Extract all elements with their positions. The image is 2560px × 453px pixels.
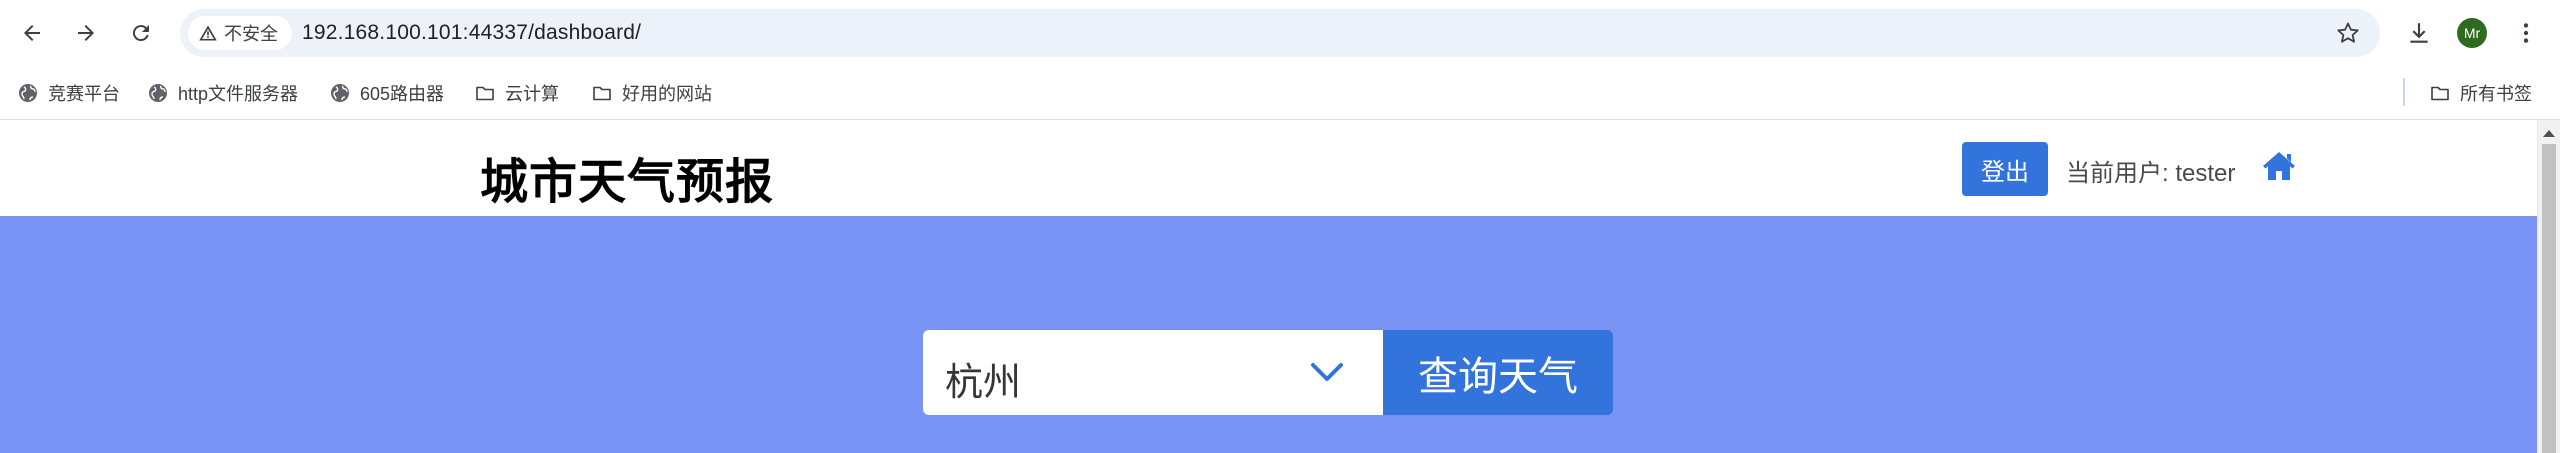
bookmark-label: http文件服务器 [178,84,299,104]
globe-icon [149,84,167,102]
page-viewport: 城市天气预报 登出 当前用户: tester 杭州 查询天气 [0,120,2537,453]
profile-avatar[interactable]: Mr [2457,18,2487,48]
globe-icon [331,84,349,102]
bookmark-item[interactable]: 605路由器 [330,76,444,110]
scroll-up-arrow[interactable] [2543,130,2555,137]
back-button[interactable] [12,13,52,53]
hero-section: 杭州 查询天气 [0,216,2537,453]
more-vertical-icon [2523,23,2529,43]
scrollbar-thumb[interactable] [2542,144,2556,453]
browser-toolbar: 不安全 192.168.100.101:44337/dashboard/ Mr [0,0,2560,66]
all-bookmarks-folder[interactable]: 所有书签 [2430,76,2532,110]
bookmark-label: 竞赛平台 [48,84,120,104]
folder-icon [593,86,611,101]
selected-city: 杭州 [945,362,1022,404]
site-header: 城市天气预报 登出 当前用户: tester [0,120,2537,216]
current-user-label: 当前用户: tester [2066,160,2236,187]
globe-icon [19,84,37,102]
browser-menu-button[interactable] [2506,13,2546,53]
page-scrollbar[interactable] [2537,120,2560,453]
all-bookmarks-label: 所有书签 [2460,84,2532,104]
downloads-button[interactable] [2399,13,2439,53]
logout-button[interactable]: 登出 [1962,142,2048,196]
security-label: 不安全 [224,24,278,44]
bookmark-label: 605路由器 [360,84,445,104]
folder-icon [2431,86,2449,101]
security-indicator[interactable]: 不安全 [188,16,292,50]
page-title: 城市天气预报 [480,156,775,209]
reload-button[interactable] [121,13,161,53]
forward-button[interactable] [66,13,106,53]
star-icon [2337,22,2359,43]
bookmark-star-button[interactable] [2334,19,2362,47]
chevron-down-icon [1311,363,1343,381]
address-bar[interactable]: 不安全 192.168.100.101:44337/dashboard/ [180,9,2380,57]
city-select[interactable]: 杭州 [923,330,1383,415]
bookmark-item[interactable]: 竞赛平台 [18,76,120,110]
bookmark-item[interactable]: http文件服务器 [148,76,298,110]
arrow-right-icon [78,25,94,41]
bookmark-folder[interactable]: 好用的网站 [592,76,712,110]
bookmark-label: 云计算 [505,84,559,104]
bookmark-folder[interactable]: 云计算 [475,76,559,110]
bookmark-label: 好用的网站 [622,84,712,104]
url-text[interactable]: 192.168.100.101:44337/dashboard/ [302,21,641,45]
arrow-left-icon [24,25,40,41]
bookmarks-bar: 竞赛平台 http文件服务器 605路由器 云计算 好用的网站 所有书签 [0,66,2560,120]
home-icon[interactable] [2261,150,2297,182]
query-weather-button[interactable]: 查询天气 [1383,330,1613,415]
bookmarks-divider [2403,78,2405,106]
download-icon [2410,23,2428,43]
folder-icon [476,86,494,101]
reload-icon [132,25,149,42]
warning-icon [199,25,217,41]
